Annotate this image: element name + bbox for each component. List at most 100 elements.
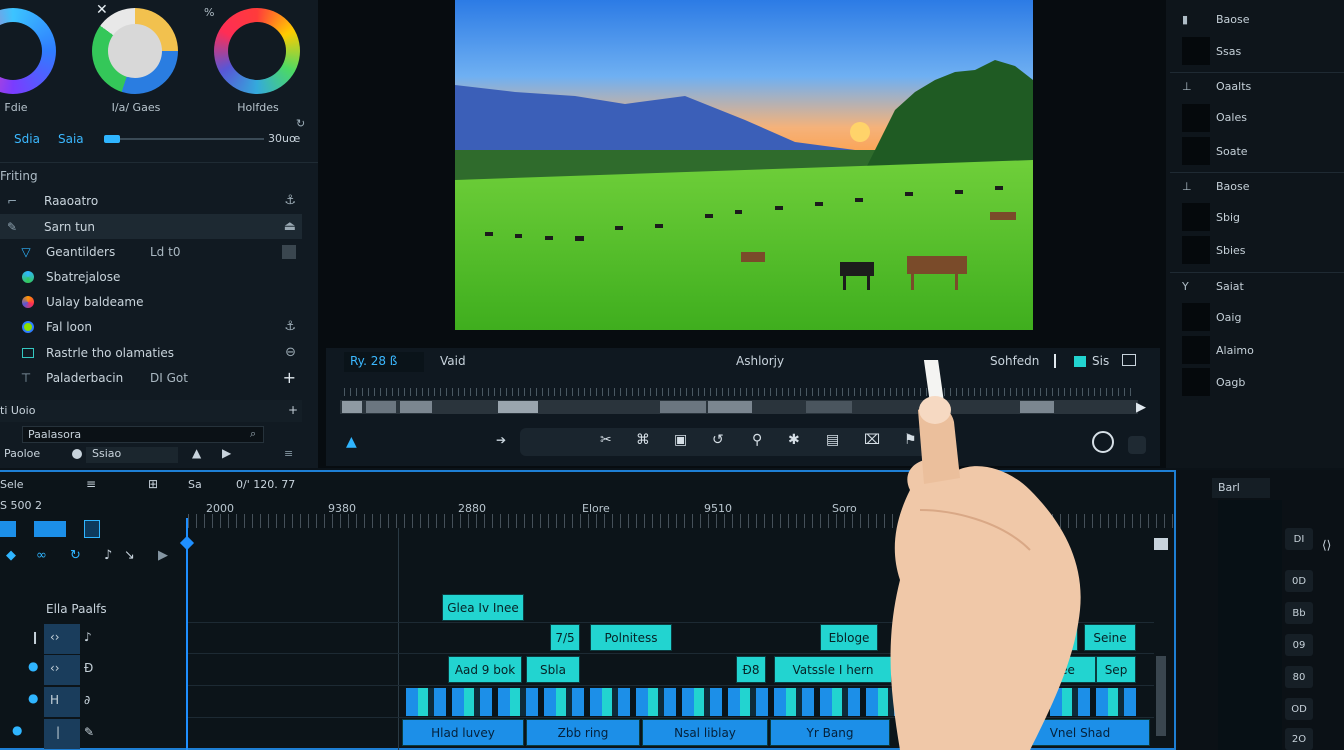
track-header[interactable]: ● ‹› Ð <box>0 655 188 686</box>
stamp-icon[interactable]: ⏏ <box>284 219 296 234</box>
swatch[interactable] <box>1182 203 1210 231</box>
arrow-icon[interactable]: ↘ <box>124 548 135 563</box>
settings-button[interactable] <box>1128 436 1146 454</box>
color-wheel-shadows[interactable] <box>0 8 56 94</box>
list-icon[interactable]: ≡ <box>86 477 96 491</box>
swatch[interactable] <box>1182 303 1210 331</box>
timeline-clip[interactable]: Nsal liblay <box>642 719 768 746</box>
strip-item[interactable]: 0D <box>1285 570 1313 592</box>
ripple-icon[interactable]: ↻ <box>70 548 81 563</box>
swatch[interactable] <box>1182 368 1210 396</box>
save-icon[interactable]: ▣ <box>674 432 687 448</box>
menu-icon[interactable]: ≡ <box>284 447 293 460</box>
pen-icon[interactable]: ✎ <box>84 725 94 739</box>
tool-item-3[interactable]: ▽ Geantilders Ld t0 <box>0 239 302 264</box>
strip-item[interactable]: 2O <box>1285 728 1313 750</box>
tool-item-4[interactable]: Sbatrejalose <box>0 264 302 289</box>
bottom-row-value[interactable]: Ssiao <box>86 447 178 463</box>
loop-icon[interactable]: ∂ <box>84 693 90 707</box>
strip-item[interactable]: DI <box>1285 528 1313 550</box>
pin-icon[interactable]: ● <box>28 659 38 673</box>
timeline-clip[interactable]: Zbb ring <box>526 719 640 746</box>
plus-icon[interactable]: + <box>283 368 296 387</box>
audio-icon[interactable]: ♪ <box>84 630 92 644</box>
tool-item-5[interactable]: Ualay baldeame <box>0 289 302 314</box>
lock-icon[interactable]: ❙ <box>30 630 40 644</box>
swatch[interactable] <box>1182 336 1210 364</box>
trash-icon[interactable]: ⌧ <box>864 432 880 448</box>
timeline-clip[interactable]: Yr Bang <box>770 719 890 746</box>
triangle-up-icon[interactable]: ▲ <box>192 446 201 460</box>
play-icon[interactable]: ▶ <box>222 446 231 460</box>
slider-handle[interactable] <box>104 135 120 143</box>
timeline-clip[interactable]: Sep <box>1096 656 1136 683</box>
timeline-clip[interactable]: Hlad luvey <box>402 719 524 746</box>
tool-item-value: Ld t0 <box>150 244 181 259</box>
toggle-button[interactable] <box>34 521 66 537</box>
timeline-clip[interactable]: 7/5 <box>550 624 580 651</box>
track-header[interactable]: ❙ ‹› ♪ <box>0 624 188 655</box>
swatch[interactable] <box>1182 137 1210 165</box>
anchor-icon[interactable]: ⚓ <box>284 319 296 334</box>
strip-item[interactable]: 80 <box>1285 666 1313 688</box>
toggle-button[interactable] <box>84 520 100 538</box>
strip-item[interactable]: OD <box>1285 698 1313 720</box>
play-icon[interactable]: ▶ <box>158 548 168 563</box>
undo-icon[interactable]: ↺ <box>712 432 724 448</box>
pin-icon[interactable]: ⚲ <box>752 432 762 448</box>
minus-circle-icon[interactable]: ⊖ <box>285 345 296 360</box>
track-header[interactable]: ● H ∂ <box>0 687 188 718</box>
color-wheel-midtones[interactable] <box>92 8 178 94</box>
swatch[interactable] <box>1182 37 1210 65</box>
brush-icon[interactable]: Ð <box>84 661 93 675</box>
grid-icon[interactable]: ⊞ <box>148 477 158 491</box>
scroll-top-button[interactable] <box>1154 538 1168 550</box>
trim-icon[interactable]: ⌘ <box>636 432 650 448</box>
swatch[interactable] <box>1182 104 1210 132</box>
video-viewer[interactable] <box>455 0 1033 330</box>
anchor-icon[interactable]: ⚓ <box>284 193 296 208</box>
track-target[interactable] <box>44 719 80 749</box>
fullscreen-icon[interactable] <box>1122 354 1136 366</box>
close-icon[interactable]: ✕ <box>96 2 108 18</box>
tool-item-8[interactable]: ⊤ Paladerbacin DI Got + <box>0 365 302 390</box>
split-icon[interactable]: ✂ <box>600 432 612 448</box>
reset-icon[interactable]: ↻ <box>296 117 305 130</box>
tool-item-1[interactable]: ⌐ Raaoatro ⚓ <box>0 188 302 213</box>
strip-item[interactable]: 09 <box>1285 634 1313 656</box>
timeline-clip[interactable]: Vatssle I hern <box>774 656 892 683</box>
mode-label[interactable]: Vaid <box>440 354 466 368</box>
collapse-icon[interactable]: ⟨⟩ <box>1322 538 1331 552</box>
search-icon[interactable]: ⌕ <box>250 427 256 441</box>
color-wheel-highlights[interactable] <box>214 8 300 94</box>
upload-icon[interactable]: ▲ <box>346 434 357 450</box>
tool-item-7[interactable]: Rastrle tho olamaties ⊖ <box>0 340 302 365</box>
slider-track[interactable] <box>104 138 264 140</box>
strip-item[interactable]: Bb <box>1285 602 1313 624</box>
magnet-icon[interactable]: ◆ <box>6 548 16 563</box>
swatch[interactable] <box>1182 236 1210 264</box>
timeline-clip[interactable]: Ebloge <box>820 624 878 651</box>
track-header[interactable]: ● | ✎ <box>0 719 188 750</box>
square-icon[interactable] <box>282 244 296 259</box>
step-icon[interactable]: ➔ <box>496 433 506 447</box>
timeline-clip[interactable]: Ð8 <box>736 656 766 683</box>
toggle-button[interactable] <box>0 521 16 537</box>
audio-icon[interactable]: ♪ <box>104 548 112 563</box>
tool-item-6[interactable]: Fal loon ⚓ <box>0 314 302 339</box>
timeline-clip[interactable]: Aad 9 bok <box>448 656 522 683</box>
effects-icon[interactable]: ✱ <box>788 432 800 448</box>
timeline-clip[interactable]: Sbla <box>526 656 580 683</box>
record-icon[interactable] <box>72 449 82 459</box>
link-icon[interactable]: ∞ <box>36 548 47 563</box>
timeline-clip[interactable]: Glea Iv Inee <box>442 594 524 621</box>
tool-item-2[interactable]: ✎ Sarn tun ⏏ <box>0 214 302 239</box>
timeline-clip[interactable]: Polnitess <box>590 624 672 651</box>
timeline-scrollbar[interactable] <box>1156 656 1166 736</box>
add-icon[interactable]: + <box>288 403 298 417</box>
pin-icon[interactable]: ● <box>12 723 22 737</box>
pin-icon[interactable]: ● <box>28 691 38 705</box>
frame-icon[interactable]: ▤ <box>826 432 839 448</box>
section-icon: ▮ <box>1182 13 1189 26</box>
scrub-end-icon[interactable]: ▶ <box>1136 400 1146 415</box>
